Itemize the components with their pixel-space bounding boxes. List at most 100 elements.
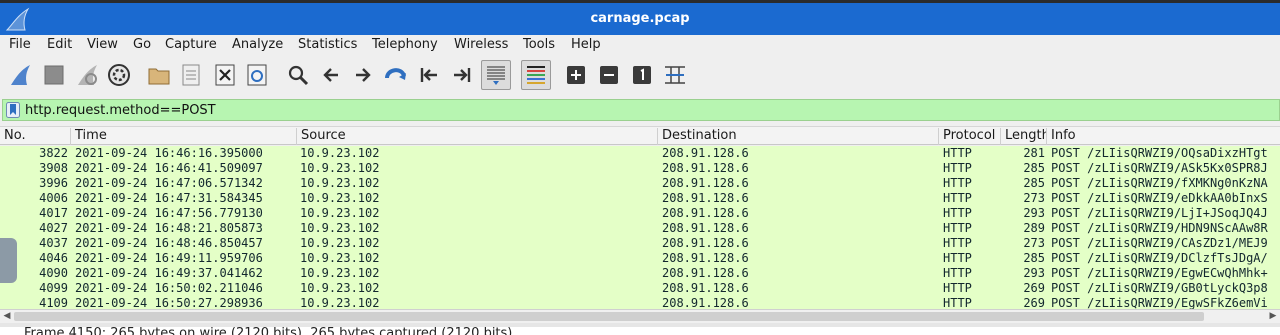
bookmark-icon[interactable]: [6, 102, 20, 118]
packet-row[interactable]: 3908 2021-09-24 16:46:41.509097 10.9.23.…: [0, 161, 1280, 176]
menu-wireless[interactable]: Wireless: [454, 37, 508, 52]
menu-edit[interactable]: Edit: [47, 37, 72, 52]
go-forward-button[interactable]: [349, 61, 377, 89]
zoom-in-button[interactable]: [562, 61, 590, 89]
resize-columns-icon: [665, 66, 685, 84]
packet-info: POST /zLIisQRWZI9/EgwECwQhMhk+: [1051, 266, 1268, 280]
display-filter-input[interactable]: [25, 100, 1265, 120]
packet-source: 10.9.23.102: [300, 206, 380, 220]
column-header-info[interactable]: Info: [1047, 128, 1280, 145]
frame-summary-line[interactable]: Frame 4150: 265 bytes on wire (2120 bits…: [24, 327, 512, 335]
colorize-toggle[interactable]: [521, 60, 551, 90]
packet-info: POST /zLIisQRWZI9/HDN9NScAAw8R: [1051, 221, 1268, 235]
display-filter-bar: [2, 99, 1280, 121]
packet-row[interactable]: 4109 2021-09-24 16:50:27.298936 10.9.23.…: [0, 296, 1280, 310]
scrollbar-thumb[interactable]: [14, 312, 1204, 321]
packet-protocol: HTTP: [943, 296, 972, 310]
column-header-time[interactable]: Time: [71, 128, 297, 145]
reload-file-button[interactable]: [243, 61, 271, 89]
column-header-length[interactable]: Length: [1001, 128, 1047, 145]
menu-help[interactable]: Help: [571, 37, 601, 52]
packet-row[interactable]: 3996 2021-09-24 16:47:06.571342 10.9.23.…: [0, 176, 1280, 191]
packet-destination: 208.91.128.6: [662, 221, 749, 235]
menu-capture[interactable]: Capture: [165, 37, 217, 52]
find-packet-button[interactable]: [284, 61, 312, 89]
packet-row[interactable]: 4046 2021-09-24 16:49:11.959706 10.9.23.…: [0, 251, 1280, 266]
restart-capture-button[interactable]: [73, 61, 101, 89]
packet-protocol: HTTP: [943, 146, 972, 160]
last-packet-button[interactable]: [448, 61, 476, 89]
autoscroll-icon: [487, 66, 505, 85]
packet-destination: 208.91.128.6: [662, 191, 749, 205]
go-back-button[interactable]: [317, 61, 345, 89]
menu-telephony[interactable]: Telephony: [372, 37, 438, 52]
packet-protocol: HTTP: [943, 161, 972, 175]
packet-protocol: HTTP: [943, 176, 972, 190]
menu-go[interactable]: Go: [133, 37, 151, 52]
capture-options-button[interactable]: [105, 61, 133, 89]
packet-row[interactable]: 4027 2021-09-24 16:48:21.805873 10.9.23.…: [0, 221, 1280, 236]
packet-no: 4109: [39, 296, 68, 310]
menu-analyze[interactable]: Analyze: [232, 37, 283, 52]
window-title: carnage.pcap: [590, 11, 690, 26]
column-header-no[interactable]: No.: [0, 128, 71, 145]
menu-statistics[interactable]: Statistics: [298, 37, 357, 52]
column-header-source[interactable]: Source: [297, 128, 658, 145]
normal-size-button[interactable]: [628, 61, 656, 89]
go-to-packet-button[interactable]: [382, 61, 410, 89]
packet-time: 2021-09-24 16:49:11.959706: [75, 251, 263, 265]
scroll-right-icon[interactable]: ▶: [1267, 310, 1279, 322]
packet-info: POST /zLIisQRWZI9/EgwSFkZ6emVi: [1051, 296, 1268, 310]
packet-protocol: HTTP: [943, 266, 972, 280]
horizontal-scrollbar[interactable]: ◀ ▶: [0, 309, 1280, 323]
packet-length: 269: [1023, 296, 1045, 310]
packet-source: 10.9.23.102: [300, 266, 380, 280]
packet-row[interactable]: 4099 2021-09-24 16:50:02.211046 10.9.23.…: [0, 281, 1280, 296]
packet-row[interactable]: 4090 2021-09-24 16:49:37.041462 10.9.23.…: [0, 266, 1280, 281]
menu-view[interactable]: View: [87, 37, 118, 52]
packet-info: POST /zLIisQRWZI9/CAsZDz1/MEJ9: [1051, 236, 1268, 250]
close-file-icon: [215, 64, 235, 86]
menu-file[interactable]: File: [9, 37, 31, 52]
zoom-out-button[interactable]: [595, 61, 623, 89]
packet-destination: 208.91.128.6: [662, 251, 749, 265]
colorize-icon: [527, 66, 545, 84]
packet-row[interactable]: 3822 2021-09-24 16:46:16.395000 10.9.23.…: [0, 146, 1280, 161]
column-header-protocol[interactable]: Protocol: [939, 128, 1001, 145]
packet-source: 10.9.23.102: [300, 161, 380, 175]
packet-length: 285: [1023, 176, 1045, 190]
scroll-left-icon[interactable]: ◀: [1, 310, 13, 322]
packet-destination: 208.91.128.6: [662, 296, 749, 310]
packet-no: 4099: [39, 281, 68, 295]
packet-time: 2021-09-24 16:48:46.850457: [75, 236, 263, 250]
packet-no: 4027: [39, 221, 68, 235]
start-capture-button[interactable]: [6, 61, 34, 89]
packet-length: 289: [1023, 221, 1045, 235]
file-set-button[interactable]: [177, 61, 205, 89]
packet-info: POST /zLIisQRWZI9/ASk5Kx0SPR8J: [1051, 161, 1268, 175]
resize-columns-button[interactable]: [661, 61, 689, 89]
autoscroll-toggle[interactable]: [481, 60, 511, 90]
column-header-destination[interactable]: Destination: [658, 128, 939, 145]
packet-length: 285: [1023, 161, 1045, 175]
packet-row[interactable]: 4037 2021-09-24 16:48:46.850457 10.9.23.…: [0, 236, 1280, 251]
packet-row[interactable]: 4017 2021-09-24 16:47:56.779130 10.9.23.…: [0, 206, 1280, 221]
packet-protocol: HTTP: [943, 191, 972, 205]
zoom-out-icon: [600, 66, 618, 84]
stop-capture-button[interactable]: [40, 61, 68, 89]
open-folder-icon: [148, 68, 170, 85]
back-icon: [323, 68, 338, 82]
side-panel-handle[interactable]: [0, 238, 17, 283]
menu-tools[interactable]: Tools: [523, 37, 555, 52]
close-file-button[interactable]: [211, 61, 239, 89]
packet-source: 10.9.23.102: [300, 176, 380, 190]
packet-length: 273: [1023, 236, 1045, 250]
packet-time: 2021-09-24 16:46:41.509097: [75, 161, 263, 175]
packet-protocol: HTTP: [943, 236, 972, 250]
packet-destination: 208.91.128.6: [662, 146, 749, 160]
packet-row[interactable]: 4006 2021-09-24 16:47:31.584345 10.9.23.…: [0, 191, 1280, 206]
open-file-button[interactable]: [145, 61, 173, 89]
packet-source: 10.9.23.102: [300, 236, 380, 250]
packet-info: POST /zLIisQRWZI9/DClzfTsJDgA/: [1051, 251, 1268, 265]
first-packet-button[interactable]: [415, 61, 443, 89]
